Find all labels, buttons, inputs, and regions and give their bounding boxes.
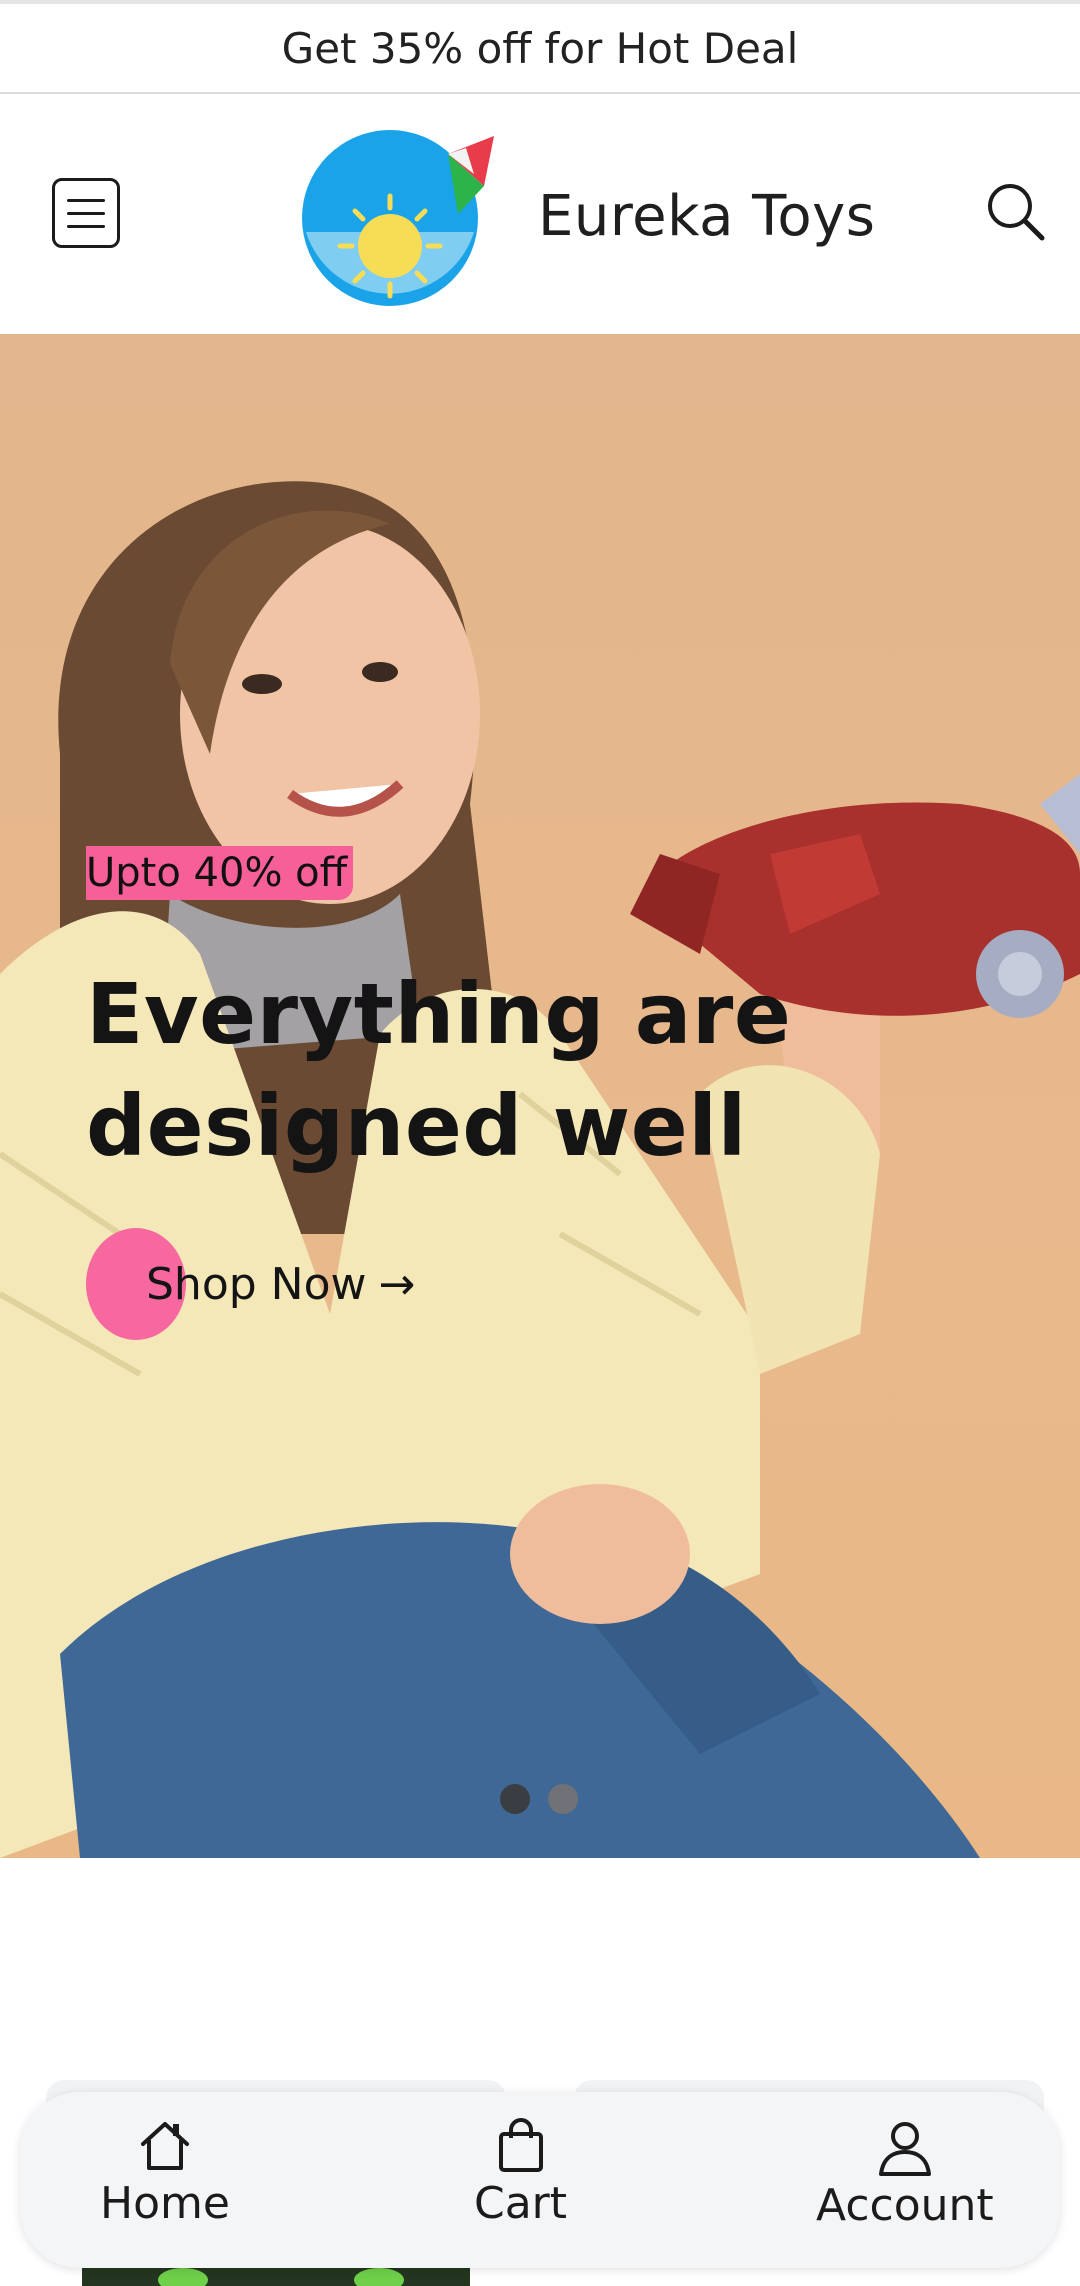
home-icon	[140, 2122, 189, 2170]
user-icon	[878, 2122, 931, 2176]
menu-icon	[67, 198, 105, 202]
slider-dot-active[interactable]	[500, 1784, 530, 1814]
nav-account-label: Account	[816, 2180, 994, 2231]
nav-home[interactable]: Home	[100, 2116, 230, 2229]
announcement-bar[interactable]: Get 35% off for Hot Deal	[0, 4, 1080, 94]
site-header: Eureka Toys	[0, 94, 1080, 334]
menu-icon-bar	[67, 224, 105, 228]
slider-dot[interactable]	[548, 1784, 578, 1814]
hero-headline: Everything are designed well	[86, 965, 792, 1175]
nav-cart[interactable]: Cart	[474, 2116, 567, 2229]
product-image-shape	[354, 2268, 404, 2286]
menu-icon-bar	[67, 211, 105, 215]
product-image-shape	[158, 2268, 208, 2286]
nav-cart-label: Cart	[474, 2178, 568, 2229]
shop-now-button[interactable]: Shop Now →	[86, 1228, 415, 1340]
arrow-right-icon: →	[378, 1258, 416, 1310]
search-icon[interactable]	[984, 180, 1048, 244]
brand-name[interactable]: Eureka Toys	[538, 184, 875, 249]
shop-now-label: Shop Now	[146, 1258, 367, 1310]
nav-home-label: Home	[100, 2178, 230, 2229]
promo-tag: Upto 40% off	[86, 846, 354, 900]
menu-button[interactable]	[52, 178, 120, 248]
bottom-navigation: Home Cart Account	[20, 2092, 1060, 2268]
hero-banner[interactable]: Upto 40% off Everything are designed wel…	[0, 334, 1080, 1858]
bag-icon	[498, 2118, 543, 2172]
announcement-text: Get 35% off for Hot Deal	[281, 23, 799, 73]
product-image[interactable]	[82, 2266, 470, 2286]
nav-account[interactable]: Account	[816, 2118, 994, 2231]
sun-kite-logo[interactable]	[298, 114, 498, 314]
slider-pagination	[500, 1784, 578, 1814]
